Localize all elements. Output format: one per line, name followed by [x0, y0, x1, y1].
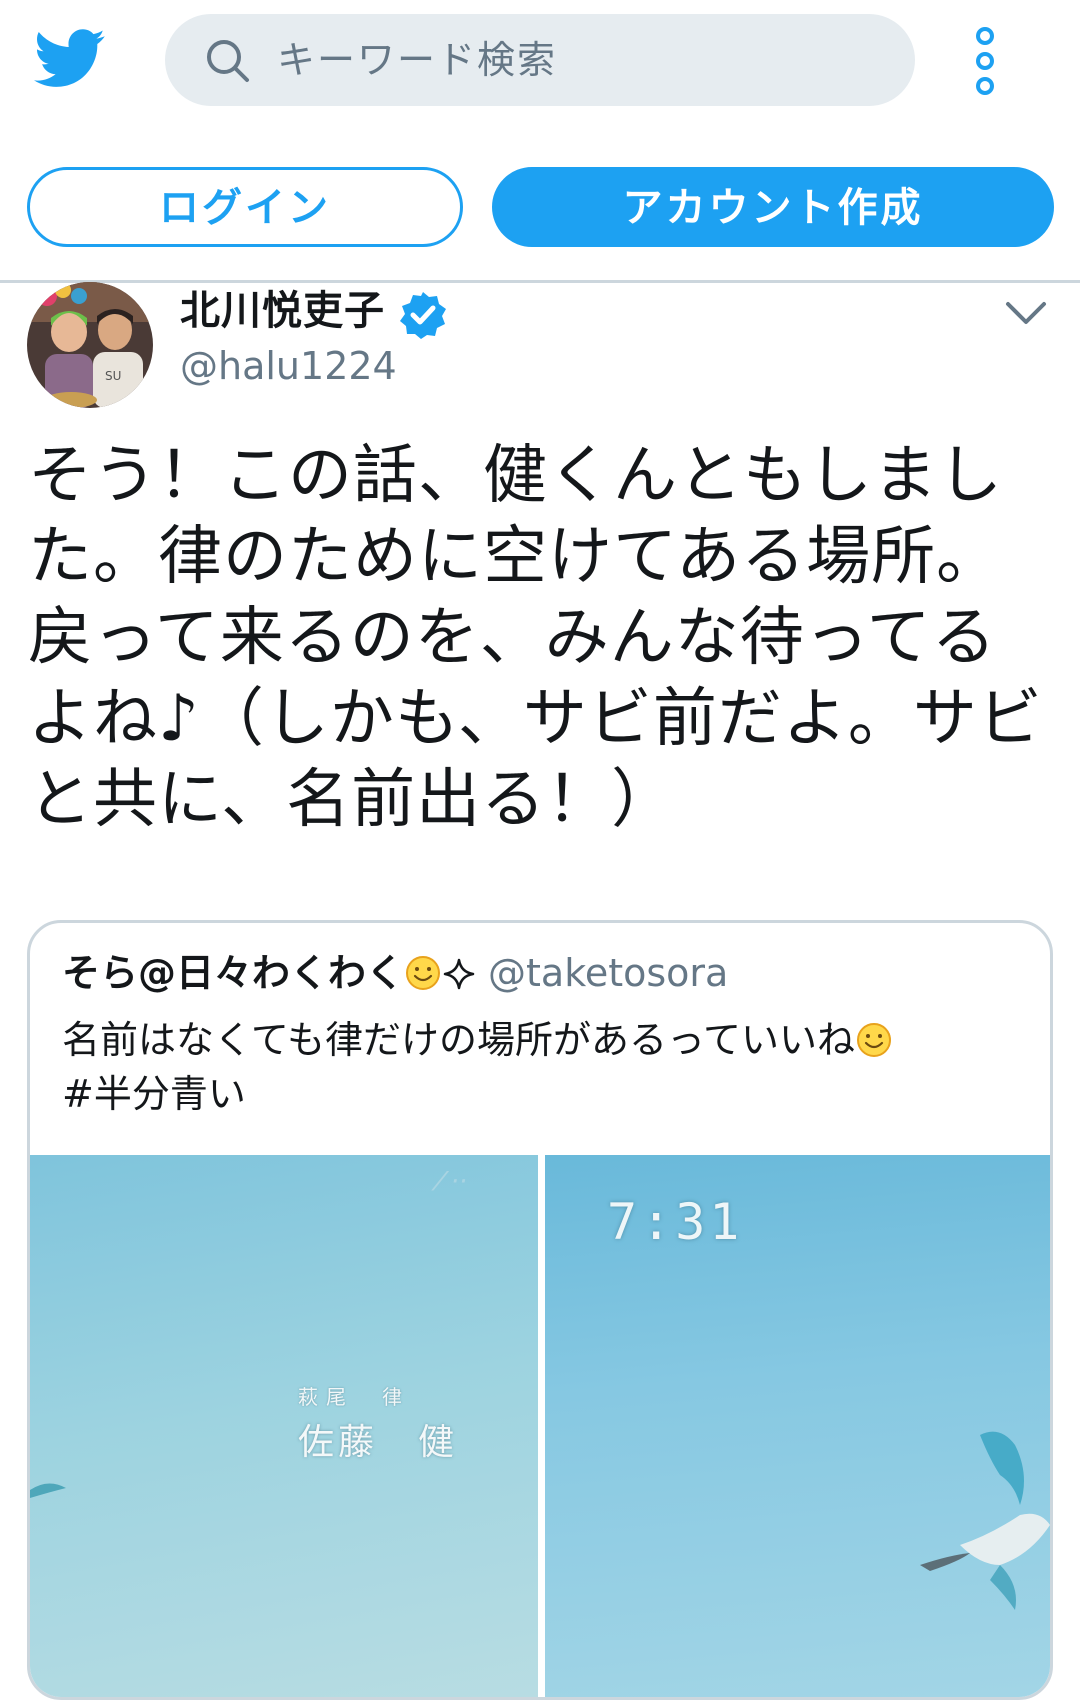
login-button[interactable]: ログイン [27, 167, 463, 247]
flying-bird-image [920, 1431, 1050, 1610]
header-divider [0, 280, 1080, 283]
avatar-photo: SU [27, 282, 153, 408]
quoted-text-line1: 名前はなくても律だけの場所があるっていいね [62, 1018, 856, 1062]
verified-badge-icon [400, 292, 446, 339]
search-input[interactable]: キーワード検索 [277, 14, 557, 106]
twitter-bird-icon[interactable] [34, 28, 106, 90]
quoted-handle: @taketosora [488, 951, 729, 995]
bird-wing-image [30, 1483, 66, 1498]
hashtag-link[interactable]: #半分青い [62, 1072, 246, 1116]
svg-text:SU: SU [105, 369, 121, 383]
signup-button[interactable]: アカウント作成 [492, 167, 1054, 247]
quoted-tweet-header: そら@日々わくわく @taketosora [62, 947, 728, 999]
search-icon [207, 40, 249, 82]
smile-emoji-icon [857, 1023, 892, 1057]
user-handle[interactable]: @halu1224 [180, 340, 397, 392]
credit-role-text: 萩尾 律 [298, 1385, 410, 1409]
quoted-display-name: そら@日々わくわく [62, 951, 405, 995]
top-bar: キーワード検索 [0, 0, 1080, 125]
credit-name-text: 佐藤 健 [298, 1422, 459, 1463]
avatar[interactable]: SU [27, 282, 153, 408]
chevron-down-icon[interactable] [1005, 298, 1047, 328]
quoted-tweet[interactable]: そら@日々わくわく @taketosora 名前はなくても律だけの場所があるって… [27, 920, 1053, 1700]
smile-emoji-icon [406, 956, 441, 990]
faint-watermark-mark: ⁄ ·· [438, 1167, 468, 1197]
quoted-photos: ⁄ ·· 萩尾 律 佐藤 健 7:31 [30, 1155, 1050, 1697]
photo-left[interactable]: ⁄ ·· 萩尾 律 佐藤 健 [30, 1155, 538, 1697]
photo-right[interactable]: 7:31 [545, 1155, 1050, 1697]
sparkle-icon [443, 958, 475, 990]
tweet-text: そう！この話、健くんともしました。律のために空けてある場所。戻って来るのを、みん… [28, 439, 1043, 837]
display-name[interactable]: 北川悦吏子 [180, 284, 385, 338]
search-box[interactable]: キーワード検索 [165, 14, 915, 106]
clock-overlay: 7:31 [607, 1193, 744, 1251]
more-vertical-icon[interactable] [968, 26, 1002, 96]
quoted-tweet-text: 名前はなくても律だけの場所があるっていいね #半分青い [62, 1013, 1022, 1121]
